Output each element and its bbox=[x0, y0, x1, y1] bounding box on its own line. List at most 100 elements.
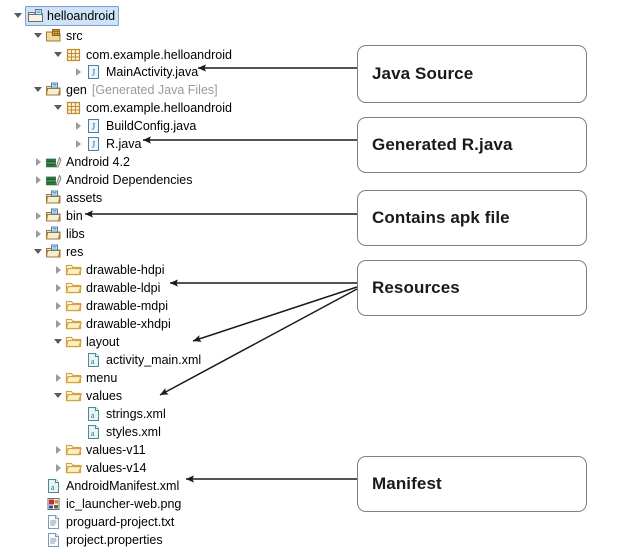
folder-icon bbox=[65, 298, 82, 314]
tree-item-content[interactable]: values-v11 bbox=[65, 442, 146, 458]
tree-item-drawable-hdpi[interactable]: drawable-hdpi bbox=[0, 260, 165, 280]
tree-item-label: MainActivity.java bbox=[106, 65, 199, 79]
collapse-arrow-icon[interactable] bbox=[32, 26, 45, 46]
collapse-arrow-icon[interactable] bbox=[12, 6, 25, 26]
tree-item-values-v11[interactable]: values-v11 bbox=[0, 440, 146, 460]
tree-item-content[interactable]: a strings.xml bbox=[85, 406, 166, 422]
tree-item-gen[interactable]: gen [Generated Java Files] bbox=[0, 80, 218, 100]
tree-item-content[interactable]: a styles.xml bbox=[85, 424, 161, 440]
tree-item-content[interactable]: values bbox=[65, 388, 122, 404]
expand-arrow-icon[interactable] bbox=[32, 170, 45, 190]
gen-folder-icon bbox=[45, 244, 62, 260]
tree-item-content[interactable]: helloandroid bbox=[25, 6, 120, 26]
svg-text:J: J bbox=[92, 122, 96, 132]
tree-item-content[interactable]: ic_launcher-web.png bbox=[45, 496, 181, 512]
tree-item-content[interactable]: Android Dependencies bbox=[45, 172, 192, 188]
expand-arrow-icon[interactable] bbox=[72, 116, 85, 136]
tree-item-bin[interactable]: bin bbox=[0, 206, 83, 226]
tree-item-content[interactable]: drawable-ldpi bbox=[65, 280, 160, 296]
tree-item-content[interactable]: J BuildConfig.java bbox=[85, 118, 196, 134]
tree-item-assets[interactable]: assets bbox=[0, 188, 102, 208]
collapse-arrow-icon[interactable] bbox=[52, 386, 65, 406]
expand-arrow-icon[interactable] bbox=[72, 62, 85, 82]
tree-item-mainactivity[interactable]: J MainActivity.java bbox=[0, 62, 198, 82]
tree-item-styles[interactable]: a styles.xml bbox=[0, 422, 161, 442]
tree-item-content[interactable]: project.properties bbox=[45, 532, 163, 548]
tree-item-res[interactable]: res bbox=[0, 242, 83, 262]
callout-java-source: Java Source bbox=[357, 45, 587, 103]
tree-item-content[interactable]: layout bbox=[65, 334, 119, 350]
expand-arrow-icon[interactable] bbox=[52, 458, 65, 478]
project-tree[interactable]: helloandroid src com.example.helloandroi… bbox=[0, 0, 350, 549]
expand-arrow-icon[interactable] bbox=[32, 224, 45, 244]
expand-arrow-icon[interactable] bbox=[52, 368, 65, 388]
tree-item-properties[interactable]: project.properties bbox=[0, 530, 163, 549]
tree-item-drawable-mdpi[interactable]: drawable-mdpi bbox=[0, 296, 168, 316]
collapse-arrow-icon[interactable] bbox=[52, 98, 65, 118]
tree-item-content[interactable]: com.example.helloandroid bbox=[65, 100, 232, 116]
tree-item-content[interactable]: a activity_main.xml bbox=[85, 352, 201, 368]
expand-arrow-icon[interactable] bbox=[52, 296, 65, 316]
tree-item-content[interactable]: gen [Generated Java Files] bbox=[45, 82, 218, 98]
expand-arrow-icon[interactable] bbox=[52, 260, 65, 280]
tree-item-content[interactable]: src bbox=[45, 28, 83, 44]
tree-item-buildconfig[interactable]: J BuildConfig.java bbox=[0, 116, 196, 136]
tree-item-strings[interactable]: a strings.xml bbox=[0, 404, 166, 424]
collapse-arrow-icon[interactable] bbox=[52, 332, 65, 352]
tree-item-content[interactable]: J R.java bbox=[85, 136, 141, 152]
tree-item-content[interactable]: drawable-mdpi bbox=[65, 298, 168, 314]
tree-item-drawable-xhdpi[interactable]: drawable-xhdpi bbox=[0, 314, 171, 334]
tree-item-content[interactable]: proguard-project.txt bbox=[45, 514, 174, 530]
tree-item-content[interactable]: values-v14 bbox=[65, 460, 146, 476]
tree-item-drawable-ldpi[interactable]: drawable-ldpi bbox=[0, 278, 160, 298]
tree-item-values-v14[interactable]: values-v14 bbox=[0, 458, 146, 478]
tree-item-content[interactable]: res bbox=[45, 244, 83, 260]
library-icon bbox=[45, 172, 62, 188]
xml-file-icon: a bbox=[85, 424, 102, 440]
tree-item-content[interactable]: assets bbox=[45, 190, 102, 206]
svg-text:a: a bbox=[91, 411, 95, 420]
tree-item-values[interactable]: values bbox=[0, 386, 122, 406]
tree-item-layout[interactable]: layout bbox=[0, 332, 119, 352]
tree-item-libs[interactable]: libs bbox=[0, 224, 85, 244]
library-icon bbox=[45, 154, 62, 170]
tree-item-androiddeps[interactable]: Android Dependencies bbox=[0, 170, 192, 190]
expand-arrow-icon[interactable] bbox=[32, 206, 45, 226]
tree-item-rjava[interactable]: J R.java bbox=[0, 134, 141, 154]
tree-item-content[interactable]: drawable-xhdpi bbox=[65, 316, 171, 332]
tree-item-content[interactable]: drawable-hdpi bbox=[65, 262, 165, 278]
tree-item-manifest[interactable]: a AndroidManifest.xml bbox=[0, 476, 179, 496]
tree-item-content[interactable]: com.example.helloandroid bbox=[65, 47, 232, 63]
folder-icon bbox=[65, 442, 82, 458]
tree-item-content[interactable]: menu bbox=[65, 370, 117, 386]
tree-item-label: values bbox=[86, 389, 123, 403]
tree-item-content[interactable]: Android 4.2 bbox=[45, 154, 130, 170]
tree-item-android42[interactable]: Android 4.2 bbox=[0, 152, 130, 172]
collapse-arrow-icon[interactable] bbox=[32, 242, 45, 262]
expand-arrow-icon[interactable] bbox=[52, 440, 65, 460]
tree-item-label: strings.xml bbox=[106, 407, 166, 421]
tree-item-activity_main[interactable]: a activity_main.xml bbox=[0, 350, 201, 370]
tree-item-content[interactable]: libs bbox=[45, 226, 85, 242]
tree-item-proguard[interactable]: proguard-project.txt bbox=[0, 512, 174, 532]
expand-arrow-icon[interactable] bbox=[52, 314, 65, 334]
expand-arrow-icon[interactable] bbox=[52, 278, 65, 298]
tree-item-label: BuildConfig.java bbox=[106, 119, 197, 133]
expand-arrow-icon[interactable] bbox=[32, 152, 45, 172]
tree-item-src[interactable]: src bbox=[0, 26, 83, 46]
tree-item-label: com.example.helloandroid bbox=[86, 48, 232, 62]
tree-item-content[interactable]: a AndroidManifest.xml bbox=[45, 478, 179, 494]
tree-item-helloandroid[interactable]: helloandroid bbox=[0, 6, 120, 26]
callout-label: Manifest bbox=[372, 474, 442, 493]
tree-item-content[interactable]: bin bbox=[45, 208, 83, 224]
tree-item-label: project.properties bbox=[66, 533, 163, 547]
expand-arrow-icon[interactable] bbox=[72, 134, 85, 154]
tree-item-iclauncher[interactable]: ic_launcher-web.png bbox=[0, 494, 181, 514]
collapse-arrow-icon[interactable] bbox=[32, 80, 45, 100]
tree-item-gen-pkg[interactable]: com.example.helloandroid bbox=[0, 98, 232, 118]
tree-item-menu[interactable]: menu bbox=[0, 368, 117, 388]
tree-item-content[interactable]: J MainActivity.java bbox=[85, 64, 198, 80]
